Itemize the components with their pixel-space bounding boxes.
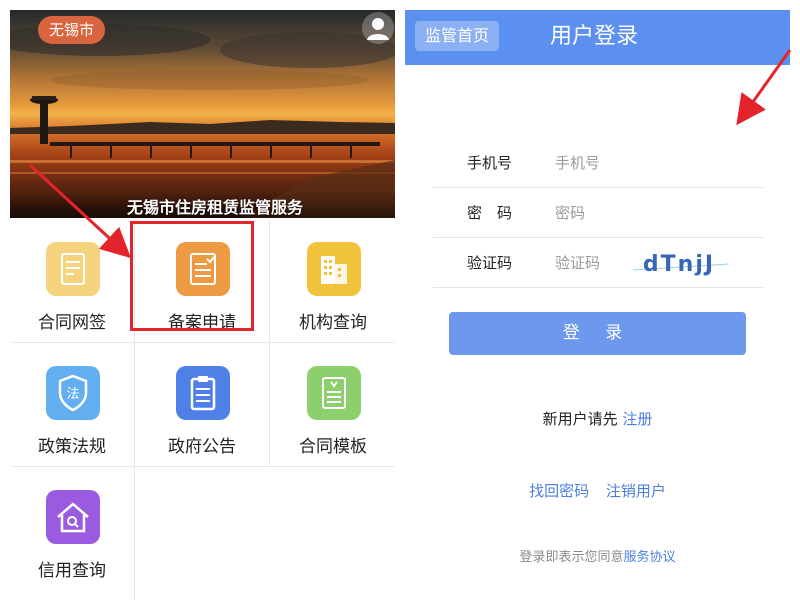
annotation-arrows: [28, 49, 792, 259]
arrow-to-login: [736, 49, 792, 126]
arrow-to-filing: [28, 163, 132, 259]
